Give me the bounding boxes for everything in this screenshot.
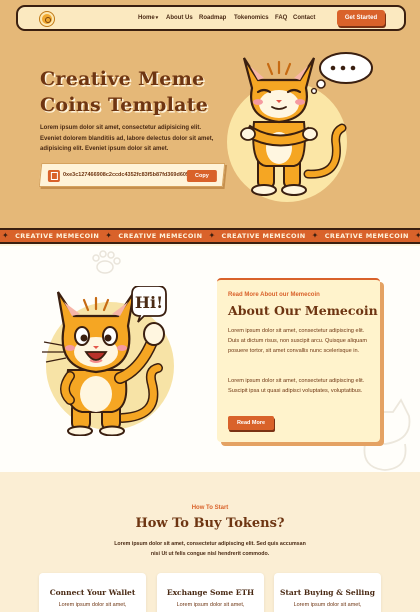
chevron-down-icon: ▾ xyxy=(155,15,159,21)
step-card-exchange-eth: Exchange Some ETH Lorem ipsum dolor sit … xyxy=(157,573,264,612)
nav-item-tokenomics[interactable]: Tokenomics xyxy=(234,15,269,21)
hero-title-line1: Creative Meme xyxy=(40,68,205,90)
nav-item-roadmap[interactable]: Roadmap xyxy=(199,15,226,21)
about-section: Hi! Read More About our Memecoin About O… xyxy=(0,246,420,472)
marquee-item: ✦CREATIVE MEMECOIN xyxy=(2,231,100,240)
step-title: Start Buying & Selling xyxy=(280,588,375,597)
nav-item-home[interactable]: Home▾ xyxy=(138,15,158,21)
read-more-button[interactable]: Read More xyxy=(228,416,274,430)
step-description: Lorem ipsum dolor sit amet, xyxy=(293,602,362,608)
contract-address-box: 0xe3c127466908c2ccdc4352fc83f5b87fd369d6… xyxy=(38,163,226,187)
star-icon: ✦ xyxy=(2,231,10,240)
step-title: Connect Your Wallet xyxy=(49,588,136,597)
step-title: Exchange Some ETH xyxy=(166,588,255,597)
nav-item-about-us[interactable]: About Us xyxy=(166,15,193,21)
how-to-buy-section: How To Start How To Buy Tokens? Lorem ip… xyxy=(0,472,420,612)
hero-title-line2: Coins Template xyxy=(40,94,209,116)
nav-item-contact[interactable]: Contact xyxy=(293,15,315,21)
speech-bubble-text: Hi! xyxy=(135,293,163,312)
marquee-row: ✦ CREATIVE MEMECOIN ✦ CREATIVE MEMECOIN ✦ C… xyxy=(2,231,420,240)
thought-bubble-icon xyxy=(310,52,373,95)
hero-section: Home▾ About Us Roadmap Tokenomics FAQ Co… xyxy=(0,0,420,228)
about-cat-mascot: Hi! xyxy=(42,286,167,436)
marquee-item: ✦CREATIVE MEMECOIN xyxy=(105,231,203,240)
paw-print-icon xyxy=(92,250,121,274)
star-icon: ✦ xyxy=(415,231,420,240)
marquee-item: ✦CREATIVE MEMECOIN xyxy=(208,231,306,240)
marquee-item: ✦CREATIVE MEMECOIN xyxy=(415,231,420,240)
nav-item-faq[interactable]: FAQ xyxy=(275,15,287,21)
about-paragraph-2: Lorem ipsum dolor sit amet, consectetur … xyxy=(228,378,365,394)
hero-description: Lorem ipsum dolor sit amet, consectetur … xyxy=(40,125,214,152)
step-card-start-buying: Start Buying & Selling Lorem ipsum dolor… xyxy=(274,573,381,612)
about-paragraph-1: Lorem ipsum dolor sit amet, consectetur … xyxy=(228,328,367,354)
about-card: Read More About our Memecoin About Our M… xyxy=(217,278,380,442)
navbar: Home▾ About Us Roadmap Tokenomics FAQ Co… xyxy=(16,5,406,31)
about-kicker: Read More About our Memecoin xyxy=(228,292,320,298)
contract-address: 0xe3c127466908c2ccdc4352fc83f5b87fd369d6… xyxy=(63,172,189,178)
step-description: Lorem ipsum dolor sit amet, xyxy=(58,602,127,608)
hero-cat-mascot xyxy=(240,52,373,196)
star-icon: ✦ xyxy=(105,231,113,240)
get-started-button[interactable]: Get Started xyxy=(337,10,385,26)
about-title: About Our Memecoin xyxy=(228,303,378,318)
how-kicker: How To Start xyxy=(191,505,229,511)
marquee-item: ✦CREATIVE MEMECOIN xyxy=(311,231,409,240)
coin-logo-icon[interactable] xyxy=(40,12,54,26)
star-icon: ✦ xyxy=(311,231,319,240)
step-description: Lorem ipsum dolor sit amet, xyxy=(176,602,245,608)
how-description: Lorem ipsum dolor sit amet, consectetur … xyxy=(114,541,306,557)
how-title: How To Buy Tokens? xyxy=(135,516,285,531)
copy-icon[interactable] xyxy=(47,170,60,182)
copy-button[interactable]: Copy xyxy=(186,170,217,182)
hero-title: Creative Meme Coins Template xyxy=(40,66,208,118)
star-icon: ✦ xyxy=(208,231,216,240)
step-card-connect-wallet: Connect Your Wallet Lorem ipsum dolor si… xyxy=(39,573,146,612)
marquee-banner: ✦ CREATIVE MEMECOIN ✦ CREATIVE MEMECOIN ✦ C… xyxy=(0,228,420,244)
